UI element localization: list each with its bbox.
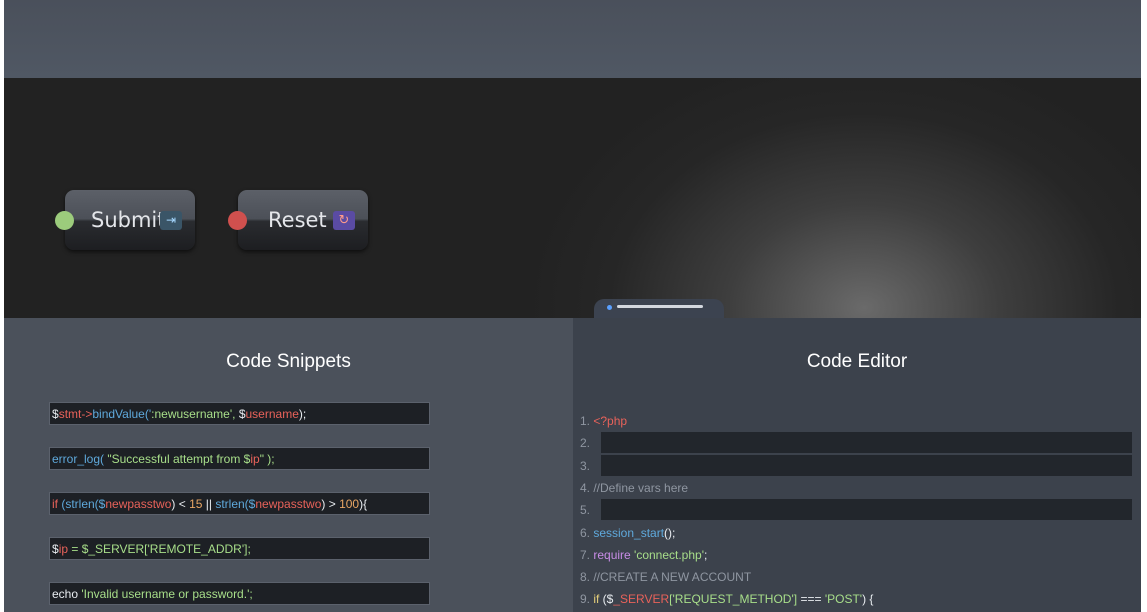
line-number: 9. <box>580 592 594 607</box>
snippet-item[interactable]: echo 'Invalid username or password.'; <box>49 582 430 605</box>
code-token: ) < <box>171 497 190 511</box>
code-snippets-title: Code Snippets <box>226 351 351 372</box>
code-token: ; <box>704 547 708 562</box>
code-token: error_log( <box>52 452 108 466</box>
editor-line[interactable]: 3. <box>580 454 1132 477</box>
editor-line-input[interactable] <box>601 432 1132 454</box>
snippet-item[interactable]: $ip = $_SERVER['REMOTE_ADDR']; <box>49 537 430 560</box>
code-token: ) { <box>862 592 874 607</box>
tab-indicator-bar <box>617 305 703 308</box>
code-token: $ <box>52 407 59 421</box>
code-token: ($ <box>599 592 614 607</box>
code-token: bindValue(' <box>92 407 152 421</box>
editor-line[interactable]: 2. <box>580 432 1132 454</box>
code-token: ) > <box>321 497 340 511</box>
code-token: username <box>245 407 299 421</box>
code-snippets-panel: Code Snippets $stmt->bindValue(':newuser… <box>4 318 573 612</box>
code-editor-title: Code Editor <box>806 351 908 372</box>
code-token: 'POST' <box>824 592 863 607</box>
code-token: 'Invalid username or password.'; <box>78 587 253 601</box>
line-number: 1. <box>580 414 594 428</box>
code-token: session_start <box>593 525 665 540</box>
code-token: (); <box>664 525 676 540</box>
code-token: :newusername', <box>151 407 239 421</box>
code-token: === <box>797 592 825 607</box>
code-token: require <box>593 547 635 562</box>
code-token: "Successful attempt from $ <box>107 452 251 466</box>
submit-button[interactable]: Submit ⇥ <box>55 190 195 250</box>
editor-line[interactable]: 4. //Define vars here <box>580 477 1126 499</box>
submit-button-label: Submit <box>91 208 166 232</box>
code-token: ){ <box>359 497 368 511</box>
top-bar <box>4 0 1141 78</box>
status-dot-green-icon <box>55 211 74 230</box>
tab-indicator-dot <box>607 305 612 310</box>
code-token: newpasstwo <box>105 497 172 511</box>
code-token: //CREATE A NEW ACCOUNT <box>593 570 752 585</box>
editor-line[interactable]: 6. session_start(); <box>580 522 1126 544</box>
code-token: stmt-> <box>58 407 93 421</box>
code-token: $ <box>52 542 59 556</box>
code-token: newpasstwo <box>255 497 322 511</box>
hero-banner: Submit ⇥ Reset ↻ <box>4 78 1141 318</box>
editor-line[interactable]: 5. <box>580 499 1132 521</box>
code-token: ip <box>250 452 260 466</box>
reset-button-label: Reset <box>268 208 327 232</box>
editor-line-input[interactable] <box>601 454 1132 476</box>
code-token: ['REQUEST_METHOD'] <box>669 592 798 607</box>
line-number: 3. <box>580 458 591 473</box>
code-token: ); <box>298 407 307 421</box>
code-token: || <box>202 497 216 511</box>
code-editor-panel: Code Editor 1. <?php 2. 3. 4. //Define va… <box>573 318 1141 612</box>
editor-line[interactable]: 1. <?php <box>580 410 1126 432</box>
editor-line[interactable]: 8. //CREATE A NEW ACCOUNT <box>580 566 1126 588</box>
editor-line[interactable]: 7. require 'connect.php'; <box>580 544 1126 566</box>
code-token: <?php <box>593 414 628 428</box>
status-dot-red-icon <box>228 211 247 230</box>
refresh-icon: ↻ <box>333 211 355 230</box>
code-token: " ); <box>259 452 275 466</box>
line-number: 8. <box>580 570 594 585</box>
line-number: 7. <box>580 547 594 562</box>
code-token: $ <box>238 407 246 421</box>
code-token: _SERVER <box>613 592 670 607</box>
code-token: 'connect.php' <box>634 547 704 562</box>
line-number: 6. <box>580 525 594 540</box>
code-token: //Define vars here <box>593 480 689 495</box>
line-number: 5. <box>580 503 591 518</box>
panel-tab-handle[interactable] <box>594 299 724 318</box>
code-token: (strlen($ <box>58 497 106 511</box>
code-token: echo <box>52 587 79 601</box>
line-number: 4. <box>580 480 594 495</box>
code-token: = $_SERVER['REMOTE_ADDR']; <box>68 542 251 556</box>
code-token: 15 <box>189 497 203 511</box>
editor-line-input[interactable] <box>601 499 1132 521</box>
snippet-item[interactable]: error_log( "Successful attempt from $ip"… <box>49 447 430 470</box>
line-number: 2. <box>580 436 591 451</box>
enter-arrow-icon: ⇥ <box>160 211 182 230</box>
editor-line[interactable]: 9. if ($_SERVER['REQUEST_METHOD'] === 'P… <box>580 588 1126 610</box>
reset-button[interactable]: Reset ↻ <box>228 190 368 250</box>
snippet-item[interactable]: if (strlen($newpasstwo) < 15 || strlen($… <box>49 492 430 515</box>
code-token: 100 <box>339 497 360 511</box>
code-token: ip <box>58 542 69 556</box>
code-token: strlen($ <box>215 497 256 511</box>
snippet-item[interactable]: $stmt->bindValue(':newusername', $userna… <box>49 402 430 425</box>
